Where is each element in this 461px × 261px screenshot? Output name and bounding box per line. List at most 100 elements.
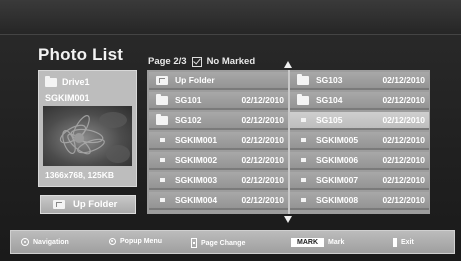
file-icon bbox=[300, 138, 306, 142]
marked-status: No Marked bbox=[206, 56, 256, 67]
check-icon bbox=[191, 56, 202, 67]
list-item-name: SG102 bbox=[175, 115, 202, 125]
list-item-name: SGKIM003 bbox=[175, 175, 218, 185]
list-item[interactable]: SGKIM005 02/12/2010 bbox=[290, 132, 429, 150]
page-change-icon bbox=[191, 238, 197, 248]
drive-info: Drive1 bbox=[45, 75, 90, 87]
help-navigation: Navigation bbox=[21, 238, 69, 246]
list-item-name: Up Folder bbox=[175, 75, 215, 85]
page-title: Photo List bbox=[38, 45, 124, 64]
list-item-icon-slot bbox=[153, 158, 171, 162]
list-item-icon-slot bbox=[153, 198, 171, 202]
list-item-name: SGKIM001 bbox=[175, 135, 218, 145]
photo-list-screen: Photo List Page 2/3 No Marked Drive1 SGK… bbox=[0, 0, 461, 261]
list-item-date: 02/12/2010 bbox=[382, 75, 425, 85]
list-item-name: SGKIM008 bbox=[316, 195, 359, 205]
file-icon bbox=[300, 198, 306, 202]
page-change-label: Page Change bbox=[201, 239, 246, 247]
help-bar: Navigation Popup Menu Page Change MARK M… bbox=[10, 230, 455, 254]
preview-file-name: SGKIM001 bbox=[45, 93, 90, 103]
popup-menu-label: Popup Menu bbox=[120, 238, 162, 245]
list-item-name: SGKIM007 bbox=[316, 175, 359, 185]
up-folder-button[interactable]: Up Folder bbox=[40, 195, 136, 214]
up-folder-button-label: Up Folder bbox=[73, 199, 118, 210]
folder-icon bbox=[297, 93, 309, 105]
enter-button-icon bbox=[109, 238, 116, 245]
list-item[interactable]: SG101 02/12/2010 bbox=[149, 92, 288, 110]
list-item[interactable]: SGKIM004 02/12/2010 bbox=[149, 192, 288, 210]
preview-dimensions: 1366x768, 125KB bbox=[45, 170, 115, 180]
file-icon bbox=[300, 118, 306, 122]
list-item-date: 02/12/2010 bbox=[382, 115, 425, 125]
file-icon bbox=[300, 178, 306, 182]
list-item-icon-slot bbox=[294, 118, 312, 122]
list-item-name: SG104 bbox=[316, 95, 343, 105]
help-popup-menu: Popup Menu bbox=[109, 238, 162, 245]
mark-key-icon: MARK bbox=[291, 238, 324, 247]
file-icon bbox=[159, 138, 165, 142]
list-item[interactable]: SGKIM003 02/12/2010 bbox=[149, 172, 288, 190]
exit-key-icon bbox=[393, 238, 397, 247]
preview-thumbnail bbox=[43, 106, 132, 166]
list-item-date: 02/12/2010 bbox=[241, 115, 284, 125]
mark-label: Mark bbox=[328, 239, 345, 246]
list-item-icon-slot bbox=[294, 138, 312, 142]
list-item-date: 02/12/2010 bbox=[241, 135, 284, 145]
page-info: Page 2/3 No Marked bbox=[148, 56, 255, 67]
drive-icon bbox=[45, 75, 57, 87]
list-item-date: 02/12/2010 bbox=[382, 155, 425, 165]
list-item-name: SG101 bbox=[175, 95, 202, 105]
list-item-icon-slot bbox=[153, 178, 171, 182]
list-item-icon-slot bbox=[294, 93, 312, 105]
top-band bbox=[0, 0, 461, 35]
up-folder-icon bbox=[156, 75, 168, 85]
list-item-name: SGKIM005 bbox=[316, 135, 359, 145]
list-item-date: 02/12/2010 bbox=[382, 95, 425, 105]
list-item[interactable]: SGKIM008 02/12/2010 bbox=[290, 192, 429, 210]
scroll-up-arrow-icon[interactable] bbox=[284, 61, 292, 68]
help-page-change: Page Change bbox=[191, 238, 245, 248]
help-mark: MARK Mark bbox=[291, 238, 344, 247]
folder-icon bbox=[156, 93, 168, 105]
list-item-date: 02/12/2010 bbox=[382, 135, 425, 145]
preview-panel: Drive1 SGKIM001 1366x768, 125KB bbox=[38, 70, 137, 187]
list-item-date: 02/12/2010 bbox=[241, 175, 284, 185]
list-item[interactable]: SG105 02/12/2010 bbox=[290, 112, 429, 130]
list-item-date: 02/12/2010 bbox=[241, 155, 284, 165]
file-icon bbox=[159, 178, 165, 182]
list-item-date: 02/12/2010 bbox=[241, 95, 284, 105]
list-item-icon-slot bbox=[153, 93, 171, 105]
list-item-icon-slot bbox=[294, 198, 312, 202]
list-item-icon-slot bbox=[294, 158, 312, 162]
list-item[interactable]: SG103 02/12/2010 bbox=[290, 72, 429, 90]
list-item-name: SGKIM006 bbox=[316, 155, 359, 165]
list-item-icon-slot bbox=[294, 178, 312, 182]
list-item[interactable]: SGKIM007 02/12/2010 bbox=[290, 172, 429, 190]
navigation-icon bbox=[21, 238, 29, 246]
list-item-icon-slot bbox=[153, 113, 171, 125]
scroll-down-arrow-icon[interactable] bbox=[284, 216, 292, 223]
list-item[interactable]: SGKIM002 02/12/2010 bbox=[149, 152, 288, 170]
list-item-name: SGKIM002 bbox=[175, 155, 218, 165]
folder-icon bbox=[297, 73, 309, 85]
list-item-icon-slot bbox=[153, 75, 171, 85]
folder-icon bbox=[156, 113, 168, 125]
list-item-date: 02/12/2010 bbox=[241, 195, 284, 205]
list-item[interactable]: SG102 02/12/2010 bbox=[149, 112, 288, 130]
navigation-label: Navigation bbox=[33, 238, 69, 246]
list-item[interactable]: Up Folder bbox=[149, 72, 288, 90]
list-item[interactable]: SG104 02/12/2010 bbox=[290, 92, 429, 110]
list-item-name: SG103 bbox=[316, 75, 343, 85]
list-item-date: 02/12/2010 bbox=[382, 175, 425, 185]
list-item[interactable]: SGKIM001 02/12/2010 bbox=[149, 132, 288, 150]
file-icon bbox=[159, 158, 165, 162]
file-icon bbox=[159, 198, 165, 202]
page-indicator: Page 2/3 bbox=[148, 56, 187, 67]
list-item-date: 02/12/2010 bbox=[382, 195, 425, 205]
list-item[interactable]: SGKIM006 02/12/2010 bbox=[290, 152, 429, 170]
file-icon bbox=[300, 158, 306, 162]
file-list-grid: Up Folder SG101 02/12/2010 SG102 02/12/2010 S… bbox=[147, 70, 430, 214]
up-folder-icon bbox=[53, 200, 65, 209]
drive-label: Drive1 bbox=[62, 77, 90, 87]
exit-label: Exit bbox=[401, 239, 414, 246]
